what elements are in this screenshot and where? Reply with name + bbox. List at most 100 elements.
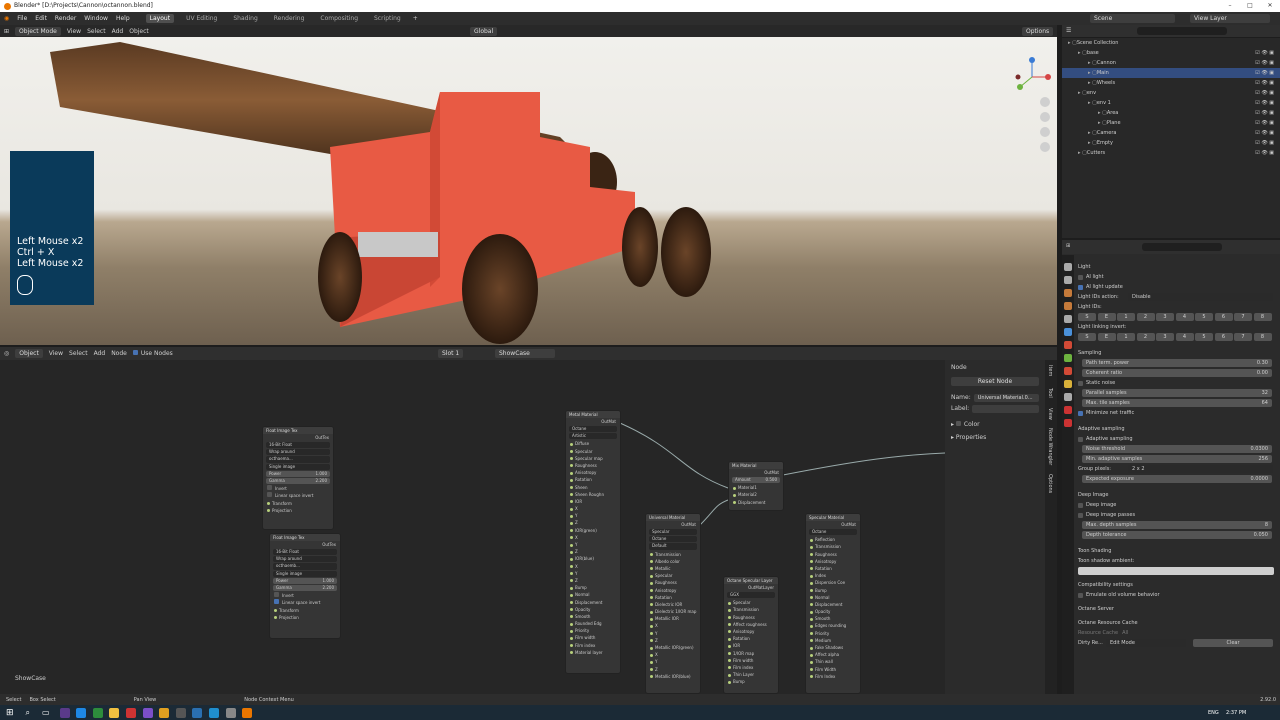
node-socket-row[interactable]: Metallic IOR bbox=[646, 615, 700, 622]
min-adaptive-field[interactable]: Min. adaptive samples 256 bbox=[1078, 454, 1278, 464]
node-dropdown[interactable]: Single image bbox=[266, 463, 330, 470]
node-socket-row[interactable]: Dielectric 1/IOR map bbox=[646, 608, 700, 615]
close-window-button[interactable]: ✕ bbox=[1260, 0, 1280, 12]
node-socket-row[interactable]: Roughness bbox=[566, 462, 620, 469]
properties-tab-icon[interactable] bbox=[1064, 419, 1072, 427]
tab-scripting[interactable]: Scripting bbox=[370, 14, 405, 23]
edit-mode-select[interactable]: Edit Mode bbox=[1106, 639, 1186, 647]
outliner-search-input[interactable] bbox=[1137, 27, 1227, 35]
light-id-button[interactable]: 4 bbox=[1175, 333, 1194, 341]
parallel-samples-field[interactable]: Parallel samples 32 bbox=[1078, 388, 1278, 398]
visibility-toggle-icon[interactable]: ☑ 👁 ▣ bbox=[1255, 78, 1274, 88]
reset-node-button[interactable]: Reset Node bbox=[951, 377, 1039, 386]
tab-view[interactable]: View bbox=[1047, 408, 1053, 420]
node-mode-selector[interactable]: Object bbox=[15, 349, 43, 358]
node-label-field[interactable] bbox=[972, 405, 1039, 413]
node-socket-row[interactable]: Film index bbox=[724, 664, 778, 671]
node-socket-row[interactable]: Diffuse bbox=[566, 440, 620, 447]
perspective-toggle-icon[interactable] bbox=[1040, 142, 1050, 152]
node-socket-row[interactable]: IOR bbox=[566, 498, 620, 505]
node-socket-row[interactable]: Film index bbox=[566, 642, 620, 649]
node-dropdown[interactable]: Wrap around bbox=[266, 449, 330, 456]
search-icon[interactable]: ⌕ bbox=[26, 708, 30, 718]
node-socket-row[interactable]: Specular bbox=[646, 572, 700, 579]
node-socket-row[interactable]: Rotation bbox=[724, 635, 778, 642]
node-socket-row[interactable]: Thin wall bbox=[806, 658, 860, 665]
properties-tab-icon[interactable] bbox=[1064, 341, 1072, 349]
node-socket-row[interactable]: Z bbox=[646, 666, 700, 673]
visibility-toggle-icon[interactable]: ☑ 👁 ▣ bbox=[1255, 88, 1274, 98]
outliner-item[interactable]: ▸ ▢ Camera ☑ 👁 ▣ bbox=[1062, 128, 1280, 138]
node-menu-view[interactable]: View bbox=[49, 350, 63, 357]
node-socket-row[interactable]: Displacement bbox=[806, 601, 860, 608]
pan-icon[interactable] bbox=[1040, 112, 1050, 122]
sampling-header[interactable]: Sampling bbox=[1078, 348, 1278, 358]
depth-tolerance-field[interactable]: Depth tolerance 0.050 bbox=[1078, 530, 1278, 540]
light-id-button[interactable]: S bbox=[1078, 333, 1096, 341]
node-dropdown[interactable]: Default bbox=[649, 543, 697, 550]
properties-tab-icon[interactable] bbox=[1064, 367, 1072, 375]
properties-tab-icon[interactable] bbox=[1064, 263, 1072, 271]
slot-selector[interactable]: Slot 1 bbox=[438, 349, 464, 358]
light-id-button[interactable]: 5 bbox=[1195, 333, 1213, 341]
image-selector[interactable]: octhaema... bbox=[266, 456, 330, 463]
app-icon[interactable] bbox=[59, 707, 70, 718]
visibility-toggle-icon[interactable]: ☑ 👁 ▣ bbox=[1255, 148, 1274, 158]
outliner-item[interactable]: ▸ ▢ base ☑ 👁 ▣ bbox=[1062, 48, 1280, 58]
properties-tab-icon[interactable] bbox=[1064, 302, 1072, 310]
node-socket-row[interactable]: Fake Shadows bbox=[806, 644, 860, 651]
menu-help[interactable]: Help bbox=[116, 15, 130, 22]
visibility-toggle-icon[interactable]: ☑ 👁 ▣ bbox=[1255, 48, 1274, 58]
node-socket-row[interactable]: Y bbox=[566, 570, 620, 577]
add-workspace-button[interactable]: + bbox=[413, 15, 418, 22]
node-socket-row[interactable]: Transmission bbox=[724, 606, 778, 613]
light-id-button[interactable]: 3 bbox=[1156, 333, 1174, 341]
node-socket-row[interactable]: Affect alpha bbox=[806, 651, 860, 658]
properties-tab-icon[interactable] bbox=[1064, 276, 1072, 284]
node-socket-row[interactable]: Y bbox=[646, 658, 700, 665]
toon-shading-header[interactable]: Toon Shading bbox=[1078, 546, 1278, 556]
coherent-ratio-field[interactable]: Coherent ratio 0.00 bbox=[1078, 368, 1278, 378]
node-socket-row[interactable]: Bump bbox=[724, 678, 778, 685]
node-socket-row[interactable]: Anisotropy bbox=[566, 469, 620, 476]
tab-node-wrangler[interactable]: Node Wrangler bbox=[1047, 428, 1053, 465]
node-socket-row[interactable]: Priority bbox=[566, 627, 620, 634]
properties-tab-icon[interactable] bbox=[1064, 328, 1072, 336]
node-socket-row[interactable]: Material2 bbox=[729, 491, 783, 498]
specular-material-node[interactable]: Specular Material OutMat Octane Reflecti… bbox=[805, 513, 861, 694]
node-socket-row[interactable]: Specular map bbox=[566, 455, 620, 462]
outliner-item[interactable]: ▸ ▢ Wheels ☑ 👁 ▣ bbox=[1062, 78, 1280, 88]
invert-checkbox[interactable]: Invert bbox=[270, 592, 340, 599]
float-image-tex-node[interactable]: Float Image Tex OutTex 16-Bit Float Wrap… bbox=[269, 533, 341, 639]
node-socket-row[interactable]: Film Index bbox=[806, 673, 860, 680]
group-pixels-select[interactable]: 2 x 2 bbox=[1128, 465, 1273, 473]
node-socket-row[interactable]: Rotation bbox=[566, 476, 620, 483]
node-socket-row[interactable]: Metallic IOR(green) bbox=[646, 644, 700, 651]
node-socket-row[interactable]: Priority bbox=[806, 630, 860, 637]
node-socket-row[interactable]: Metallic IOR(blue) bbox=[646, 673, 700, 680]
menu-select[interactable]: Select bbox=[87, 28, 106, 35]
ai-light-checkbox[interactable]: AI light bbox=[1078, 272, 1278, 282]
menu-file[interactable]: File bbox=[17, 15, 27, 22]
node-socket-row[interactable]: X bbox=[646, 622, 700, 629]
node-socket-row[interactable]: Transmission bbox=[806, 543, 860, 550]
node-socket-row[interactable]: Roughness bbox=[724, 614, 778, 621]
blender-menu-icon[interactable]: ◉ bbox=[4, 15, 9, 22]
node-socket-row[interactable]: Z bbox=[566, 577, 620, 584]
node-socket-row[interactable]: X bbox=[566, 505, 620, 512]
light-id-button[interactable]: E bbox=[1097, 333, 1116, 341]
light-id-button[interactable]: 7 bbox=[1234, 333, 1252, 341]
minimize-button[interactable]: – bbox=[1220, 0, 1240, 12]
properties-tab-icon[interactable] bbox=[1064, 354, 1072, 362]
menu-view[interactable]: View bbox=[67, 28, 81, 35]
light-id-button[interactable]: 8 bbox=[1253, 333, 1272, 341]
tab-shading[interactable]: Shading bbox=[229, 14, 261, 23]
node-socket-row[interactable]: Smooth bbox=[806, 615, 860, 622]
tab-tool[interactable]: Tool bbox=[1047, 388, 1053, 398]
light-id-button[interactable]: 2 bbox=[1136, 313, 1155, 321]
node-socket-row[interactable]: Specular bbox=[724, 599, 778, 606]
view-layer-selector[interactable]: View Layer bbox=[1190, 14, 1270, 23]
light-id-button[interactable]: 5 bbox=[1195, 313, 1213, 321]
color-panel[interactable]: ▸ Color bbox=[951, 421, 1039, 428]
static-noise-checkbox[interactable]: Static noise bbox=[1078, 378, 1278, 388]
